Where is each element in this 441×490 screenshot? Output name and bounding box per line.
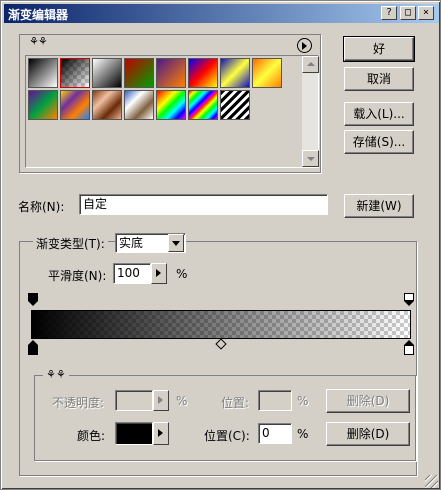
swatch-red-green[interactable]	[124, 58, 154, 88]
help-button[interactable]: ?	[381, 6, 397, 20]
swatch-transparent-stripes[interactable]	[220, 90, 250, 120]
swatch-black-transparent[interactable]	[60, 58, 90, 88]
gradient-preview-bar[interactable]	[31, 310, 411, 339]
name-input[interactable]: 自定	[79, 194, 328, 215]
presets-icon: ⚘⚘	[29, 35, 48, 48]
name-label: 名称(N):	[18, 200, 65, 214]
location-input-top	[258, 390, 292, 411]
opacity-unit: %	[176, 394, 188, 408]
location-unit-top: %	[297, 394, 309, 408]
swatch-yellow-violet-orange-blue[interactable]	[60, 90, 90, 120]
delete-button-bottom[interactable]: 删除(D)	[326, 422, 410, 446]
ok-button[interactable]: 好	[343, 36, 415, 62]
new-button[interactable]: 新建(W)	[344, 194, 414, 218]
presets-scrollbar[interactable]	[301, 56, 319, 167]
delete-button-top: 删除(D)	[326, 389, 410, 413]
color-menu-arrow-icon[interactable]	[153, 422, 169, 445]
smoothness-input[interactable]: 100	[113, 263, 151, 284]
swatch-chrome[interactable]	[124, 90, 154, 120]
swatch-copper[interactable]	[92, 90, 122, 120]
swatch-blue-red-yellow[interactable]	[188, 58, 218, 88]
swatch-spectrum[interactable]	[156, 90, 186, 120]
cancel-button[interactable]: 取消	[344, 67, 414, 91]
gradient-editor-window: 渐变编辑器 ? □ × ⚘⚘ 好 取消 载入(L)... 存储(S)... 名称…	[0, 0, 441, 490]
swatch-orange-yellow-orange[interactable]	[252, 58, 282, 88]
opacity-stop-left[interactable]	[28, 293, 38, 307]
opacity-label: 不透明度:	[52, 396, 105, 410]
chevron-down-icon[interactable]	[168, 234, 184, 252]
swatch-blue-yellow-blue[interactable]	[220, 58, 250, 88]
window-title: 渐变编辑器	[8, 8, 69, 22]
save-button[interactable]: 存储(S)...	[344, 130, 414, 154]
swatch-transparent-rainbow[interactable]	[188, 90, 218, 120]
location-unit-bottom: %	[297, 427, 309, 441]
location-label-bottom: 位置(C):	[204, 429, 250, 443]
scroll-down-arrow-icon[interactable]	[302, 150, 319, 167]
opacity-input	[115, 390, 153, 411]
scroll-up-arrow-icon[interactable]	[302, 56, 319, 73]
smoothness-slider-arrow-icon[interactable]	[151, 263, 167, 284]
gradient-type-value: 实底	[119, 236, 144, 250]
smoothness-unit: %	[176, 267, 188, 281]
swatch-black-white[interactable]	[28, 58, 58, 88]
title-bar: 渐变编辑器 ? □ ×	[4, 4, 439, 23]
smoothness-label: 平滑度(N):	[48, 269, 107, 283]
location-label-top: 位置:	[221, 396, 250, 410]
opacity-slider-arrow-icon	[153, 390, 169, 411]
swatch-violet-orange[interactable]	[156, 58, 186, 88]
stops-group	[34, 375, 416, 461]
stops-icon: ⚘⚘	[43, 368, 69, 381]
maximize-button[interactable]: □	[400, 6, 416, 20]
gradient-type-label: 渐变类型(T):	[33, 235, 108, 252]
opacity-stop-right[interactable]	[404, 293, 414, 307]
location-input-bottom[interactable]: 0	[258, 423, 292, 444]
color-stop-right[interactable]	[404, 340, 415, 356]
close-button[interactable]: ×	[418, 6, 434, 20]
color-label: 颜色:	[77, 429, 106, 443]
color-swatch[interactable]	[115, 422, 153, 445]
color-stop-left[interactable]	[28, 340, 39, 356]
swatch-violet-green-orange[interactable]	[28, 90, 58, 120]
resize-grip-icon[interactable]	[425, 475, 438, 488]
load-button[interactable]: 载入(L)...	[344, 102, 414, 126]
swatch-white-black[interactable]	[92, 58, 122, 88]
presets-menu-icon[interactable]	[297, 38, 312, 53]
presets-panel	[25, 55, 319, 168]
